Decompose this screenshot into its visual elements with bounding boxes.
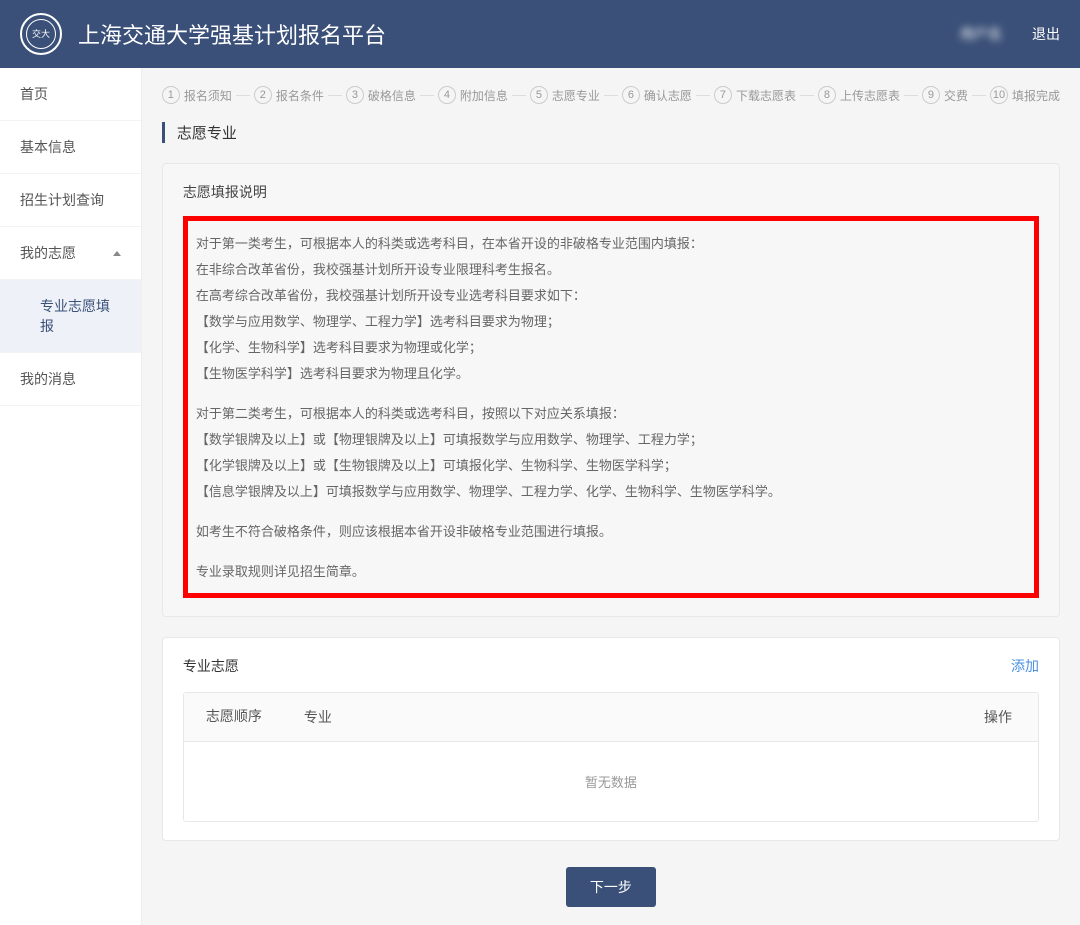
instruction-line: 如考生不符合破格条件，则应该根据本省开设非破格专业范围进行填报。 <box>196 519 1026 545</box>
add-preference-link[interactable]: 添加 <box>1011 656 1039 676</box>
page-heading-wrap: 志愿专业 <box>162 122 1060 143</box>
page-title: 志愿专业 <box>177 122 1060 143</box>
sidebar-item-pref-fill[interactable]: 专业志愿填报 <box>0 280 141 353</box>
instruction-line: 在非综合改革省份，我校强基计划所开设专业限理科考生报名。 <box>196 257 1026 283</box>
table-header: 志愿顺序 专业 操作 <box>184 693 1038 742</box>
instruction-line: 【化学、生物科学】选考科目要求为物理或化学； <box>196 335 1026 361</box>
sidebar-item-label: 专业志愿填报 <box>40 296 121 336</box>
app-header: 交大 上海交通大学强基计划报名平台 用户名 退出 <box>0 0 1080 68</box>
instruction-line: 专业录取规则详见招生简章。 <box>196 559 1026 585</box>
sidebar: 首页 基本信息 招生计划查询 我的志愿 专业志愿填报 我的消息 <box>0 68 142 925</box>
logo-icon: 交大 <box>20 13 62 55</box>
step-6: 6确认志愿 <box>622 86 692 104</box>
step-1: 1报名须知 <box>162 86 232 104</box>
logout-link[interactable]: 退出 <box>1032 24 1060 44</box>
step-7: 7下载志愿表 <box>714 86 796 104</box>
column-action: 操作 <box>958 693 1038 741</box>
sidebar-item-messages[interactable]: 我的消息 <box>0 353 141 406</box>
sidebar-item-label: 我的消息 <box>20 369 76 389</box>
sidebar-item-home[interactable]: 首页 <box>0 68 141 121</box>
step-4: 4附加信息 <box>438 86 508 104</box>
instruction-line: 【数学银牌及以上】或【物理银牌及以上】可填报数学与应用数学、物理学、工程力学； <box>196 427 1026 453</box>
instruction-line: 【生物医学科学】选考科目要求为物理且化学。 <box>196 361 1026 387</box>
step-2: 2报名条件 <box>254 86 324 104</box>
step-3: 3破格信息 <box>346 86 416 104</box>
sidebar-item-basic-info[interactable]: 基本信息 <box>0 121 141 174</box>
step-5: 5志愿专业 <box>530 86 600 104</box>
preferences-panel: 专业志愿 添加 志愿顺序 专业 操作 暂无数据 <box>162 637 1060 841</box>
step-8: 8上传志愿表 <box>818 86 900 104</box>
step-indicator: 1报名须知 2报名条件 3破格信息 4附加信息 5志愿专业 6确认志愿 7下载志… <box>162 86 1060 104</box>
preferences-title: 专业志愿 <box>183 656 239 676</box>
instructions-highlight-box: 对于第一类考生，可根据本人的科类或选考科目，在本省开设的非破格专业范围内填报： … <box>183 216 1039 598</box>
instructions-panel: 志愿填报说明 对于第一类考生，可根据本人的科类或选考科目，在本省开设的非破格专业… <box>162 163 1060 617</box>
sidebar-item-my-pref[interactable]: 我的志愿 <box>0 227 141 280</box>
instruction-line: 【化学银牌及以上】或【生物银牌及以上】可填报化学、生物科学、生物医学科学； <box>196 453 1026 479</box>
column-major: 专业 <box>284 693 958 741</box>
user-name: 用户名 <box>960 24 1002 44</box>
main-content: 1报名须知 2报名条件 3破格信息 4附加信息 5志愿专业 6确认志愿 7下载志… <box>142 68 1080 925</box>
sidebar-item-plan-query[interactable]: 招生计划查询 <box>0 174 141 227</box>
sidebar-item-label: 基本信息 <box>20 137 76 157</box>
instruction-line: 【数学与应用数学、物理学、工程力学】选考科目要求为物理； <box>196 309 1026 335</box>
next-button[interactable]: 下一步 <box>566 867 656 907</box>
preferences-table: 志愿顺序 专业 操作 暂无数据 <box>183 692 1039 822</box>
step-9: 9交费 <box>922 86 968 104</box>
step-10: 10填报完成 <box>990 86 1060 104</box>
sidebar-item-label: 招生计划查询 <box>20 190 104 210</box>
table-empty-text: 暂无数据 <box>184 742 1038 821</box>
column-order: 志愿顺序 <box>184 693 284 741</box>
sidebar-item-label: 首页 <box>20 84 48 104</box>
instruction-line: 对于第一类考生，可根据本人的科类或选考科目，在本省开设的非破格专业范围内填报： <box>196 231 1026 257</box>
instruction-line: 【信息学银牌及以上】可填报数学与应用数学、物理学、工程力学、化学、生物科学、生物… <box>196 479 1026 505</box>
chevron-up-icon <box>113 251 121 256</box>
sidebar-item-label: 我的志愿 <box>20 243 76 263</box>
instruction-line: 在高考综合改革省份，我校强基计划所开设专业选考科目要求如下： <box>196 283 1026 309</box>
app-title: 上海交通大学强基计划报名平台 <box>78 18 960 50</box>
instructions-title: 志愿填报说明 <box>183 182 1039 202</box>
instruction-line: 对于第二类考生，可根据本人的科类或选考科目，按照以下对应关系填报： <box>196 401 1026 427</box>
